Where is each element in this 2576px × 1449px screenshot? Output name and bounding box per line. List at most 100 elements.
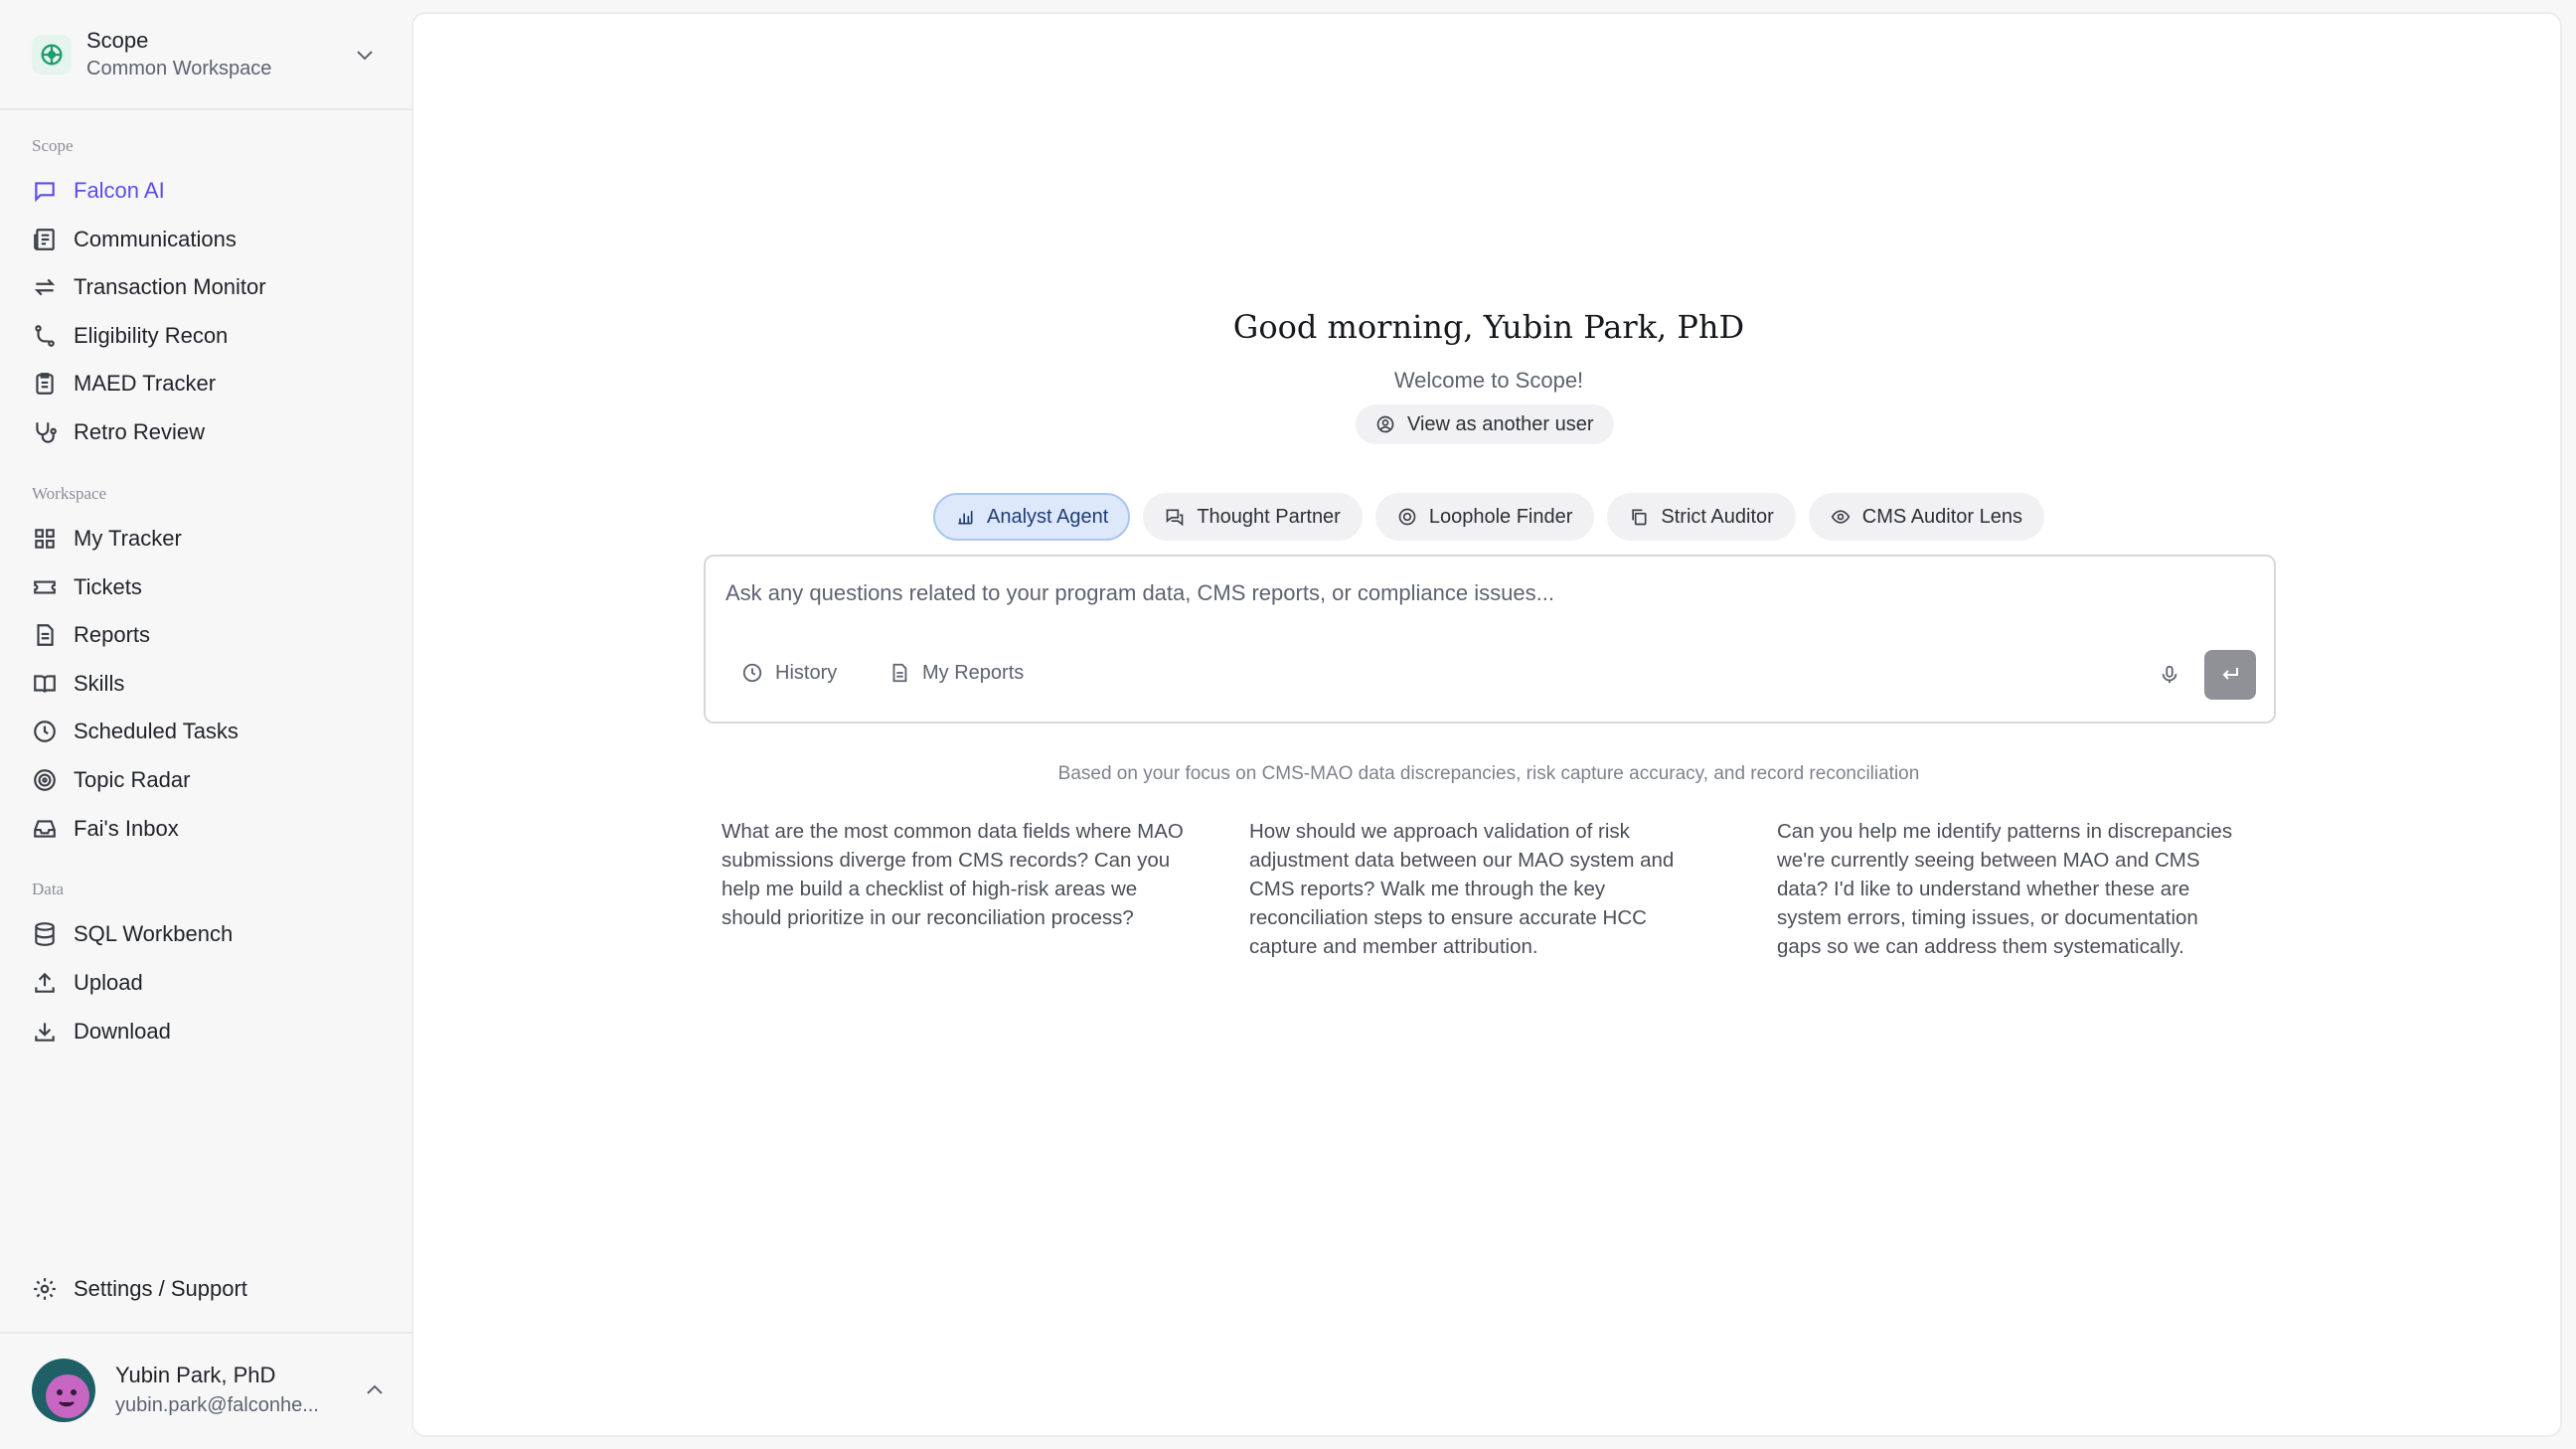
- target-icon: [1397, 507, 1417, 527]
- microphone-icon[interactable]: [2155, 660, 2184, 690]
- agent-selector: Analyst Agent Thought Partner Loophole F…: [413, 493, 2564, 541]
- suggestion-card[interactable]: What are the most common data fields whe…: [722, 817, 1189, 932]
- chat-composer: History My Reports: [704, 555, 2276, 724]
- history-button[interactable]: History: [741, 656, 837, 690]
- sidebar-item-skills[interactable]: Skills: [32, 663, 390, 705]
- user-menu[interactable]: Yubin Park, PhD yubin.park@falconhe...: [32, 1358, 390, 1423]
- newspaper-icon: [32, 227, 58, 252]
- sidebar-item-reports[interactable]: Reports: [32, 614, 390, 656]
- scope-logo-icon: [32, 34, 72, 75]
- sidebar-item-my-tracker[interactable]: My Tracker: [32, 518, 390, 560]
- sidebar-item-label: Upload: [74, 970, 143, 995]
- upload-icon: [32, 970, 58, 996]
- focus-note: Based on your focus on CMS-MAO data disc…: [1057, 763, 1920, 784]
- history-label: History: [775, 661, 838, 684]
- agent-tab-label: Thought Partner: [1197, 505, 1341, 528]
- sidebar-item-upload[interactable]: Upload: [32, 962, 390, 1004]
- agent-tab-label: CMS Auditor Lens: [1861, 505, 2022, 528]
- sidebar-item-retro-review[interactable]: Retro Review: [32, 411, 390, 453]
- sidebar-item-label: Retro Review: [74, 419, 206, 444]
- sidebar-item-label: SQL Workbench: [74, 921, 234, 946]
- divider: [0, 1332, 411, 1334]
- my-reports-label: My Reports: [922, 661, 1025, 684]
- sidebar-item-label: Communications: [74, 227, 237, 251]
- sidebar-item-scheduled-tasks[interactable]: Scheduled Tasks: [32, 711, 390, 752]
- section-label-scope: Scope: [32, 136, 74, 155]
- agent-tab-strict-auditor[interactable]: Strict Auditor: [1607, 493, 1796, 541]
- bar-chart-icon: [955, 507, 975, 527]
- main-panel: Good morning, Yubin Park, PhD Welcome to…: [411, 12, 2562, 1437]
- arrows-exchange-icon: [32, 274, 58, 300]
- suggestion-card[interactable]: Can you help me identify patterns in dis…: [1777, 817, 2244, 961]
- file-text-icon: [32, 622, 58, 648]
- agent-tab-thought-partner[interactable]: Thought Partner: [1143, 493, 1363, 541]
- sidebar-item-label: My Tracker: [74, 526, 182, 551]
- gear-icon: [32, 1276, 58, 1302]
- settings-support-link[interactable]: Settings / Support: [32, 1268, 390, 1310]
- suggestion-card[interactable]: How should we approach validation of ris…: [1249, 817, 1716, 961]
- view-as-label: View as another user: [1407, 412, 1594, 435]
- welcome-text: Welcome to Scope!: [1393, 368, 1584, 393]
- agent-tab-analyst-agent[interactable]: Analyst Agent: [933, 493, 1131, 541]
- sidebar: Scope Common Workspace Scope Falcon AI C…: [0, 0, 411, 1449]
- chevron-up-icon[interactable]: [360, 1375, 390, 1405]
- radar-icon: [32, 767, 58, 793]
- clipboard-list-icon: [32, 371, 58, 397]
- ticket-icon: [32, 574, 58, 600]
- chat-bubbles-icon: [1165, 507, 1185, 527]
- sidebar-item-topic-radar[interactable]: Topic Radar: [32, 759, 390, 801]
- eye-icon: [1831, 507, 1851, 527]
- sidebar-item-label: Eligibility Recon: [74, 323, 229, 348]
- sidebar-item-falcon-ai[interactable]: Falcon AI: [32, 170, 390, 212]
- view-as-another-user-button[interactable]: View as another user: [1356, 404, 1614, 444]
- sidebar-item-transaction-monitor[interactable]: Transaction Monitor: [32, 266, 390, 308]
- agent-tab-label: Strict Auditor: [1661, 505, 1774, 528]
- send-button[interactable]: [2204, 650, 2256, 700]
- agent-tab-loophole-finder[interactable]: Loophole Finder: [1374, 493, 1595, 541]
- sidebar-item-communications[interactable]: Communications: [32, 219, 390, 260]
- chevron-down-icon[interactable]: [350, 40, 380, 70]
- agent-tab-cms-auditor-lens[interactable]: CMS Auditor Lens: [1808, 493, 2044, 541]
- user-name: Yubin Park, PhD: [115, 1363, 276, 1387]
- chat-input[interactable]: [725, 580, 2216, 606]
- workspace-name: Scope: [86, 27, 149, 53]
- git-branch-icon: [32, 323, 58, 349]
- file-icon: [888, 662, 910, 684]
- copy-icon: [1629, 507, 1649, 527]
- agent-tab-label: Analyst Agent: [987, 505, 1109, 528]
- my-reports-button[interactable]: My Reports: [888, 656, 1024, 690]
- sidebar-item-download[interactable]: Download: [32, 1011, 390, 1052]
- sidebar-item-eligibility-recon[interactable]: Eligibility Recon: [32, 315, 390, 357]
- agent-tab-label: Loophole Finder: [1428, 505, 1573, 528]
- sidebar-item-tickets[interactable]: Tickets: [32, 566, 390, 608]
- user-circle-icon: [1375, 414, 1395, 434]
- inbox-icon: [32, 816, 58, 842]
- message-square-icon: [32, 178, 58, 204]
- book-open-icon: [32, 671, 58, 697]
- clock-icon: [32, 719, 58, 744]
- sidebar-item-maed-tracker[interactable]: MAED Tracker: [32, 363, 390, 404]
- workspace-subtitle: Common Workspace: [86, 57, 272, 80]
- stethoscope-icon: [32, 419, 58, 445]
- section-label-data: Data: [32, 880, 65, 898]
- sidebar-item-label: Transaction Monitor: [74, 274, 266, 299]
- sidebar-item-label: Scheduled Tasks: [74, 719, 239, 743]
- sidebar-item-label: Topic Radar: [74, 767, 191, 792]
- enter-icon: [2218, 663, 2242, 687]
- grid-icon: [32, 526, 58, 552]
- sidebar-item-label: Fai's Inbox: [74, 816, 179, 841]
- sidebar-item-fais-inbox[interactable]: Fai's Inbox: [32, 808, 390, 850]
- workspace-switcher[interactable]: Scope Common Workspace: [0, 0, 411, 110]
- download-icon: [32, 1019, 58, 1045]
- avatar: [32, 1359, 95, 1422]
- section-label-workspace: Workspace: [32, 484, 107, 503]
- sidebar-item-label: Skills: [74, 671, 125, 696]
- sidebar-item-label: Falcon AI: [74, 178, 165, 203]
- sidebar-item-sql-workbench[interactable]: SQL Workbench: [32, 913, 390, 955]
- settings-support-label: Settings / Support: [74, 1276, 247, 1301]
- user-email: yubin.park@falconhe...: [115, 1394, 319, 1416]
- sidebar-item-label: Reports: [74, 622, 151, 647]
- clock-icon: [741, 662, 763, 684]
- sidebar-item-label: Tickets: [74, 574, 142, 599]
- database-icon: [32, 921, 58, 947]
